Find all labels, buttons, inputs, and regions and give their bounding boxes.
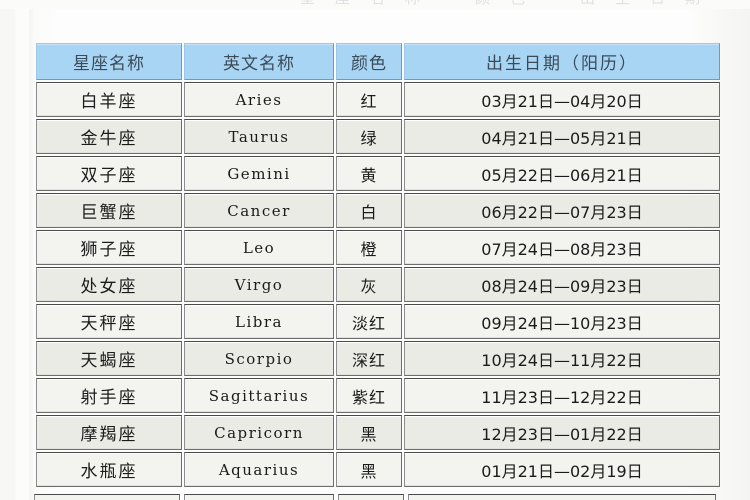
table-row: 白羊座 Aries 红 03月21日—04月20日 (36, 82, 720, 117)
cell-birth-date: 05月22日—06月21日 (404, 156, 720, 191)
cell-color: 红 (336, 82, 402, 117)
cell-color: 灰 (336, 267, 402, 302)
cell-birth-date: 04月21日—05月21日 (404, 119, 720, 154)
cell-english-name: Leo (184, 230, 334, 265)
cut-off-header-text: 星座名称 颜色 出生日期 (300, 0, 700, 8)
cell-zodiac-name: 天蝎座 (36, 341, 182, 376)
cell-color: 深红 (336, 341, 402, 376)
cell-birth-date: 03月21日—04月20日 (404, 82, 720, 117)
cell-birth-date: 06月22日—07月23日 (404, 193, 720, 228)
cell-birth-date: 01月21日—02月19日 (404, 452, 720, 487)
cell-english-name: Virgo (184, 267, 334, 302)
table-row: 金牛座 Taurus 绿 04月21日—05月21日 (36, 119, 720, 154)
cell-english-name: Scorpio (184, 341, 334, 376)
cell-english-name: Taurus (184, 119, 334, 154)
zodiac-table-container: 星座名称 英文名称 颜色 出生日期（阳历） 白羊座 Aries 红 03月21日—04… (34, 41, 720, 489)
table-header: 星座名称 英文名称 颜色 出生日期（阳历） (36, 43, 720, 80)
table-row: 双子座 Gemini 黄 05月22日—06月21日 (36, 156, 720, 191)
cell-english-name: Gemini (184, 156, 334, 191)
cell-zodiac-name: 水瓶座 (36, 452, 182, 487)
column-header-date: 出生日期（阳历） (404, 43, 720, 80)
cell-birth-date: 11月23日—12月22日 (404, 378, 720, 413)
zodiac-table: 星座名称 英文名称 颜色 出生日期（阳历） 白羊座 Aries 红 03月21日—04… (34, 41, 722, 489)
cell-color: 淡红 (336, 304, 402, 339)
cell-zodiac-name: 双子座 (36, 156, 182, 191)
cell-zodiac-name: 天秤座 (36, 304, 182, 339)
table-row: 射手座 Sagittarius 紫红 11月23日—12月22日 (36, 378, 720, 413)
cell-color: 黑 (336, 415, 402, 450)
cell-zodiac-name: 射手座 (36, 378, 182, 413)
cell-zodiac-name: 处女座 (36, 267, 182, 302)
cut-off-header-sliver: 星座名称 颜色 出生日期 (0, 0, 750, 9)
table-row: 巨蟹座 Cancer 白 06月22日—07月23日 (36, 193, 720, 228)
cell-zodiac-name: 巨蟹座 (36, 193, 182, 228)
cell-color: 黄 (336, 156, 402, 191)
table-body: 白羊座 Aries 红 03月21日—04月20日 金牛座 Taurus 绿 04月21日—0… (36, 82, 720, 487)
cell-birth-date: 12月23日—01月22日 (404, 415, 720, 450)
cell-birth-date: 09月24日—10月23日 (404, 304, 720, 339)
cell-english-name: Libra (184, 304, 334, 339)
cell-zodiac-name: 狮子座 (36, 230, 182, 265)
cell-zodiac-name: 摩羯座 (36, 415, 182, 450)
cell-color: 橙 (336, 230, 402, 265)
cell-zodiac-name: 白羊座 (36, 82, 182, 117)
cell-zodiac-name: 金牛座 (36, 119, 182, 154)
cell-english-name: Aquarius (184, 452, 334, 487)
table-row: 天秤座 Libra 淡红 09月24日—10月23日 (36, 304, 720, 339)
column-header-name: 星座名称 (36, 43, 182, 80)
cell-birth-date: 07月24日—08月23日 (404, 230, 720, 265)
cell-english-name: Aries (184, 82, 334, 117)
cell-color: 紫红 (336, 378, 402, 413)
cell-color: 白 (336, 193, 402, 228)
cell-english-name: Sagittarius (184, 378, 334, 413)
cell-color: 绿 (336, 119, 402, 154)
table-row: 水瓶座 Aquarius 黑 01月21日—02月19日 (36, 452, 720, 487)
table-row: 天蝎座 Scorpio 深红 10月24日—11月22日 (36, 341, 720, 376)
table-row: 处女座 Virgo 灰 08月24日—09月23日 (36, 267, 720, 302)
cell-english-name: Capricorn (184, 415, 334, 450)
cell-english-name: Cancer (184, 193, 334, 228)
column-header-english: 英文名称 (184, 43, 334, 80)
column-header-color: 颜色 (336, 43, 402, 80)
table-row: 狮子座 Leo 橙 07月24日—08月23日 (36, 230, 720, 265)
cut-off-bottom-row (34, 494, 716, 500)
cell-birth-date: 08月24日—09月23日 (404, 267, 720, 302)
table-row: 摩羯座 Capricorn 黑 12月23日—01月22日 (36, 415, 720, 450)
table-header-row: 星座名称 英文名称 颜色 出生日期（阳历） (36, 43, 720, 80)
cell-birth-date: 10月24日—11月22日 (404, 341, 720, 376)
cell-color: 黑 (336, 452, 402, 487)
